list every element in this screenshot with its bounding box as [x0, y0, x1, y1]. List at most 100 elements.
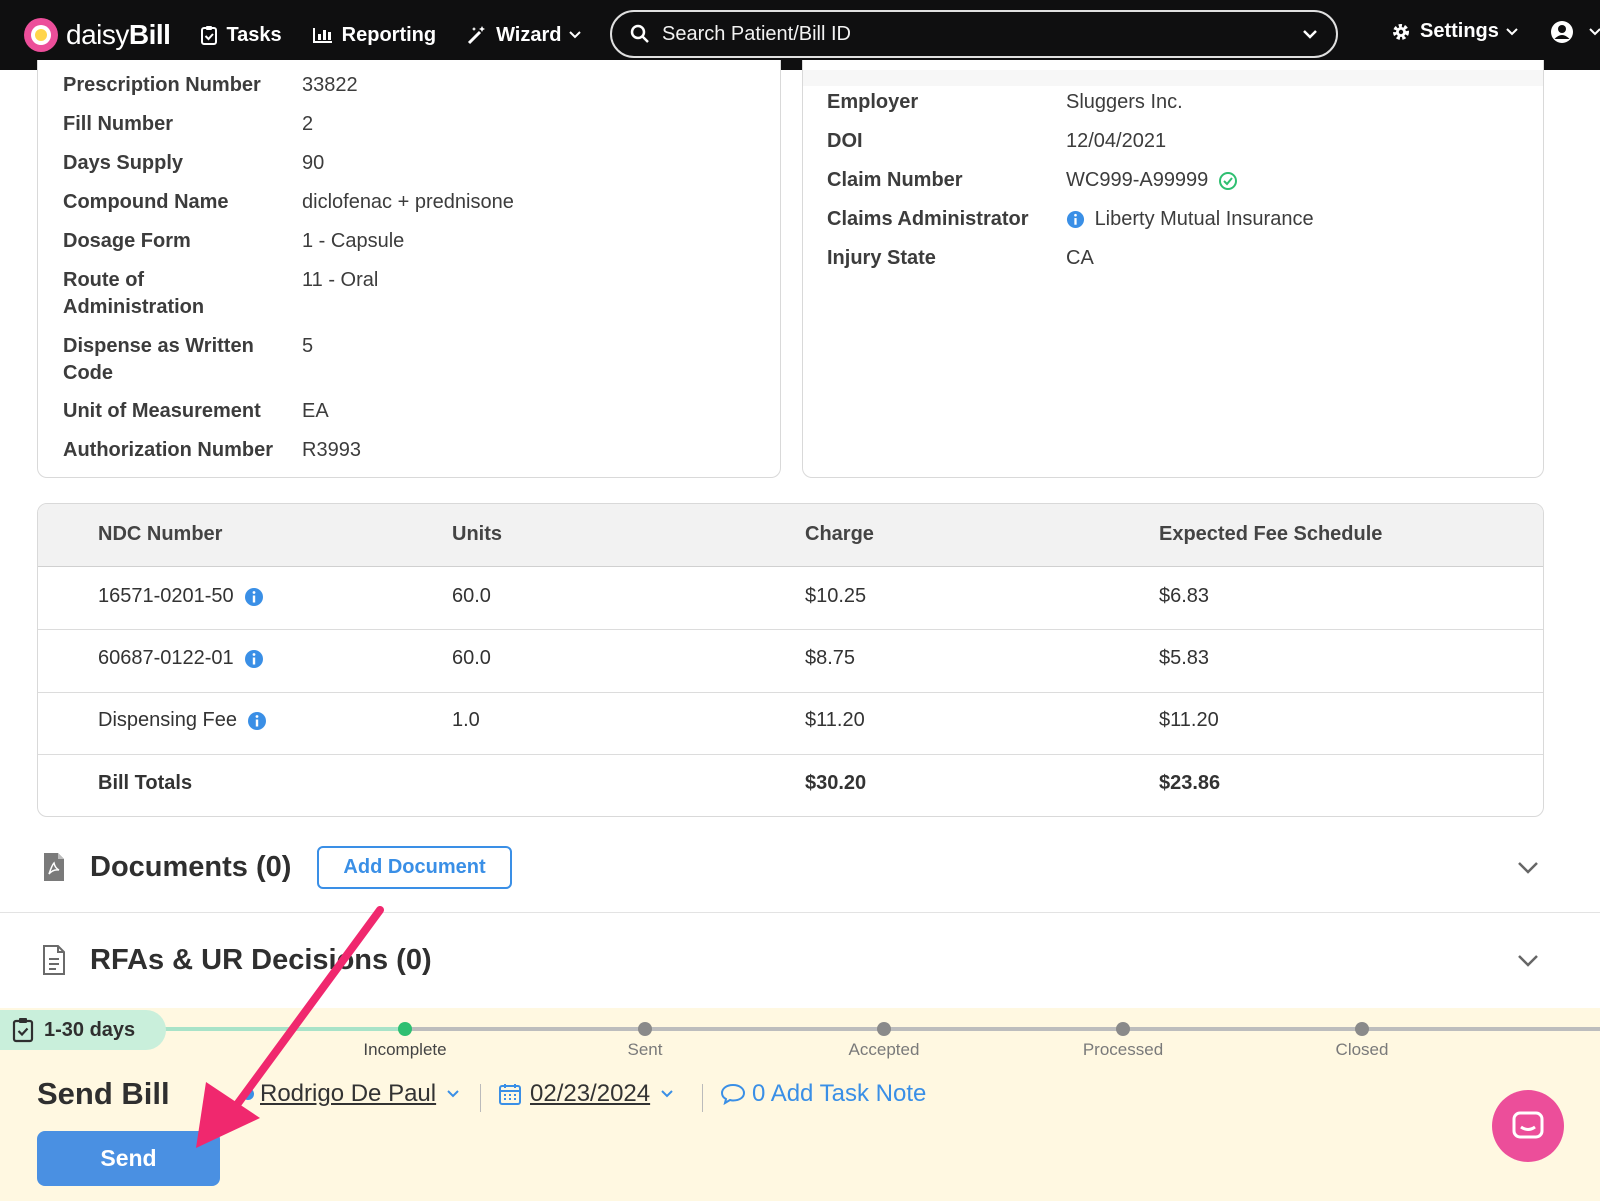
detail-label: Route of Administration [63, 269, 205, 318]
detail-value: WC999-A99999 [1066, 167, 1238, 194]
chevron-down-icon[interactable] [1302, 28, 1318, 40]
table-row: 60687-0122-01 [98, 647, 264, 670]
search-bar[interactable] [610, 10, 1338, 58]
charge-cell: $11.20 [805, 709, 865, 731]
pdf-file-icon [44, 853, 64, 881]
comment-icon [720, 1083, 746, 1106]
row-divider [38, 629, 1543, 630]
detail-value: 33822 [302, 74, 358, 96]
chevron-down-icon [568, 31, 581, 39]
search-icon [630, 24, 649, 43]
calendar-icon [499, 1084, 521, 1105]
documents-section: Documents (0) Add Document [0, 842, 1600, 892]
prescription-details-card: Prescription Number 33822 Fill Number 2 … [37, 60, 781, 478]
detail-value: 11 - Oral [302, 269, 379, 291]
step-dot-incomplete [398, 1022, 412, 1036]
units-cell: 1.0 [452, 709, 480, 731]
document-icon [43, 945, 65, 975]
detail-value: 2 [302, 113, 314, 135]
nav-reporting-label: Reporting [341, 23, 437, 46]
verified-check-icon [1218, 171, 1237, 190]
user-menu[interactable] [1550, 20, 1600, 44]
detail-label: Dosage Form [63, 230, 191, 252]
chevron-down-icon [1589, 28, 1600, 36]
brand[interactable]: daisyBill [24, 18, 171, 52]
detail-label: Injury State [827, 247, 936, 269]
card-header-band [803, 70, 1543, 86]
chevron-down-icon[interactable] [1516, 953, 1540, 969]
chevron-down-icon [447, 1090, 459, 1098]
step-dot-closed [1355, 1022, 1369, 1036]
nav-settings[interactable]: Settings [1390, 20, 1519, 43]
column-header: Charge [805, 523, 874, 545]
chevron-down-icon [1506, 27, 1518, 35]
nav-tasks[interactable]: Tasks [200, 23, 282, 47]
detail-value: 90 [302, 152, 325, 174]
row-divider [38, 754, 1543, 755]
step-label: Accepted [848, 1040, 920, 1059]
expected-fee-cell: $11.20 [1159, 709, 1219, 731]
detail-label: Unit of Measurement [63, 400, 261, 422]
chevron-down-icon[interactable] [1516, 860, 1540, 876]
charge-cell: $10.25 [805, 585, 867, 607]
nav-wizard[interactable]: Wizard [466, 24, 581, 47]
column-header: Units [452, 523, 502, 545]
detail-label: Compound Name [63, 191, 229, 213]
task-title: Send Bill [37, 1076, 170, 1111]
detail-label: Dispense as Written Code [63, 335, 254, 384]
rfas-section: RFAs & UR Decisions (0) [0, 935, 1600, 985]
bill-totals-label: Bill Totals [98, 772, 193, 794]
step-label: Sent [627, 1040, 663, 1059]
due-date: 02/23/2024 [530, 1080, 651, 1107]
detail-label: Fill Number [63, 113, 174, 135]
detail-label: Claim Number [827, 169, 963, 191]
brand-name: daisyBill [66, 19, 171, 50]
total-expected-fee: $23.86 [1159, 772, 1221, 794]
add-task-note-link[interactable]: 0 Add Task Note [720, 1080, 926, 1108]
detail-label: Employer [827, 91, 919, 113]
detail-label: Prescription Number [63, 74, 261, 96]
column-header: NDC Number [98, 523, 223, 545]
divider [480, 1084, 481, 1112]
nav-tasks-label: Tasks [226, 23, 282, 46]
step-dot-accepted [877, 1022, 891, 1036]
add-document-button[interactable]: Add Document [317, 845, 512, 889]
info-icon[interactable] [244, 587, 264, 607]
step-label: Processed [1082, 1040, 1164, 1059]
detail-label: Days Supply [63, 152, 184, 174]
claim-details-card: Employer Sluggers Inc. DOI 12/04/2021 Cl… [802, 60, 1544, 478]
step-dot-sent [638, 1022, 652, 1036]
units-cell: 60.0 [452, 585, 491, 607]
search-input[interactable] [662, 22, 1302, 46]
claims-administrator-link[interactable]: Liberty Mutual Insurance [1066, 206, 1314, 233]
section-divider [0, 912, 1600, 913]
nav-reporting[interactable]: Reporting [312, 24, 436, 47]
detail-value: 12/04/2021 [1066, 130, 1167, 152]
rfas-title: RFAs & UR Decisions (0) [90, 943, 432, 976]
due-date-dropdown[interactable]: 02/23/2024 [498, 1080, 674, 1108]
claims-administrator-name: Liberty Mutual Insurance [1094, 208, 1314, 230]
detail-value: Sluggers Inc. [1066, 91, 1183, 113]
table-row: 16571-0201-50 [98, 585, 264, 608]
documents-title: Documents (0) [90, 850, 292, 883]
nav-wizard-label: Wizard [496, 23, 562, 46]
ndc-number: 16571-0201-50 [98, 585, 234, 607]
info-icon [1066, 211, 1085, 229]
info-icon[interactable] [244, 649, 264, 669]
assignee-name: Rodrigo De Paul [260, 1080, 437, 1107]
detail-value: CA [1066, 247, 1094, 269]
units-cell: 60.0 [452, 647, 491, 669]
divider [702, 1084, 703, 1112]
chat-icon [1512, 1111, 1544, 1139]
detail-value: EA [302, 400, 329, 422]
user-dot-icon [242, 1088, 254, 1100]
task-age-badge: 1-30 days [0, 1010, 166, 1050]
assignee-dropdown[interactable]: Rodrigo De Paul [240, 1080, 460, 1108]
info-icon[interactable] [247, 711, 267, 731]
send-button[interactable]: Send [37, 1131, 220, 1186]
chat-launcher[interactable] [1492, 1090, 1564, 1162]
claim-number-value: WC999-A99999 [1066, 169, 1209, 191]
detail-value: diclofenac + prednisone [302, 191, 514, 213]
daisy-logo-icon [24, 18, 58, 52]
bar-chart-icon [312, 28, 332, 43]
